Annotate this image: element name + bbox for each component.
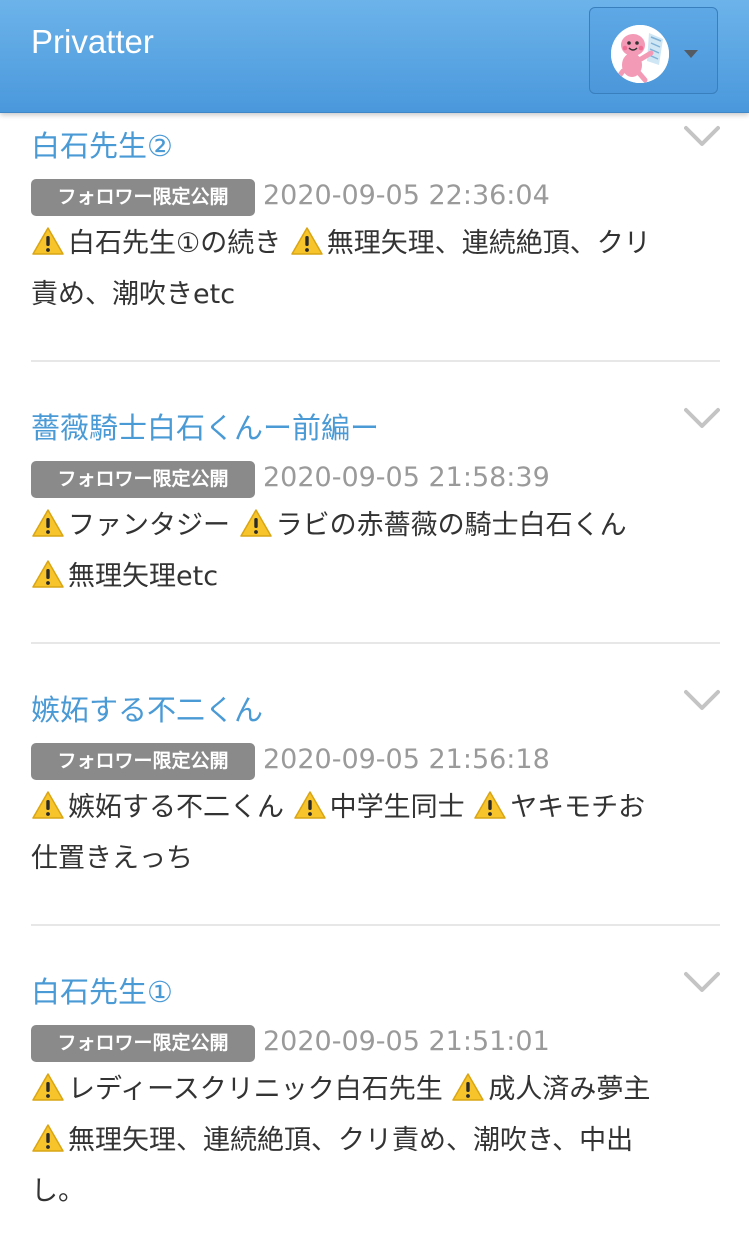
warning-icon: [31, 504, 65, 537]
post-datetime: 2020-09-05 21:58:39: [263, 462, 550, 493]
post-description: 白石先生①の続き 無理矢理、連続絶頂、クリ責め、潮吹きetc: [31, 218, 720, 320]
post-datetime: 2020-09-05 21:51:01: [263, 1026, 550, 1057]
warning-icon: [31, 786, 65, 819]
warning-icon: [451, 1068, 485, 1101]
warning-icon: [31, 1068, 65, 1101]
warning-icon: [239, 504, 273, 537]
visibility-badge: フォロワー限定公開: [31, 743, 255, 780]
post-title-link[interactable]: 薔薇騎士白石くんー前編ー: [31, 408, 379, 448]
post-meta: フォロワー限定公開 2020-09-05 21:51:01: [31, 1025, 720, 1065]
post-title-link[interactable]: 白石先生①: [31, 972, 173, 1012]
visibility-badge: フォロワー限定公開: [31, 461, 255, 498]
navbar: Privatter: [0, 0, 749, 113]
description-text: 無理矢理、連続絶頂、クリ責め、潮吹き、中出: [68, 1125, 634, 1156]
post-description: ファンタジー ラビの赤薔薇の騎士白石くん無理矢理etc: [31, 500, 720, 602]
visibility-badge: フォロワー限定公開: [31, 1025, 255, 1062]
post-description: 嫉妬する不二くん 中学生同士 ヤキモチお仕置きえっち: [31, 782, 720, 884]
description-text: 成人済み夢主: [488, 1074, 651, 1105]
description-text: 無理矢理etc: [68, 561, 219, 592]
warning-icon: [31, 1119, 65, 1152]
description-text: ラビの赤薔薇の騎士白石くん: [275, 510, 627, 541]
description-line: 嫉妬する不二くん 中学生同士 ヤキモチお: [31, 782, 720, 833]
chevron-down-icon[interactable]: [684, 122, 720, 152]
chevron-down-icon[interactable]: [684, 968, 720, 998]
description-text: レディースクリニック白石先生: [68, 1074, 452, 1105]
post-description: レディースクリニック白石先生 成人済み夢主無理矢理、連続絶頂、クリ責め、潮吹き、…: [31, 1064, 720, 1217]
description-text: 嫉妬する不二くん: [68, 792, 293, 823]
warning-icon: [31, 555, 65, 588]
list-divider: [31, 360, 720, 362]
post-meta: フォロワー限定公開 2020-09-05 22:36:04: [31, 179, 720, 219]
description-line: 仕置きえっち: [31, 833, 720, 884]
description-text: ファンタジー: [68, 510, 239, 541]
description-text: し。: [31, 1176, 85, 1207]
description-line: 無理矢理etc: [31, 551, 720, 602]
warning-icon: [290, 222, 324, 255]
post-title-link[interactable]: 嫉妬する不二くん: [31, 690, 263, 730]
user-menu-button[interactable]: [589, 7, 718, 94]
list-divider: [31, 924, 720, 926]
description-text: 無理矢理、連続絶頂、クリ: [326, 228, 651, 259]
brand-logo[interactable]: Privatter: [31, 20, 154, 64]
post-datetime: 2020-09-05 21:56:18: [263, 744, 550, 775]
description-line: レディースクリニック白石先生 成人済み夢主: [31, 1064, 720, 1115]
caret-down-icon: [684, 50, 698, 58]
description-text: 中学生同士: [329, 792, 474, 823]
description-line: 白石先生①の続き 無理矢理、連続絶頂、クリ: [31, 218, 720, 269]
description-text: ヤキモチお: [510, 792, 646, 823]
post-title-link[interactable]: 白石先生②: [31, 126, 173, 166]
description-line: し。: [31, 1166, 720, 1217]
chevron-down-icon[interactable]: [684, 686, 720, 716]
warning-icon: [293, 786, 327, 819]
post-datetime: 2020-09-05 22:36:04: [263, 180, 550, 211]
post-meta: フォロワー限定公開 2020-09-05 21:56:18: [31, 743, 720, 783]
description-line: 責め、潮吹きetc: [31, 269, 720, 320]
list-divider: [31, 642, 720, 644]
post-meta: フォロワー限定公開 2020-09-05 21:58:39: [31, 461, 720, 501]
warning-icon: [473, 786, 507, 819]
visibility-badge: フォロワー限定公開: [31, 179, 255, 216]
description-text: 白石先生①の続き: [68, 228, 290, 259]
description-text: 仕置きえっち: [31, 843, 193, 874]
warning-icon: [31, 222, 65, 255]
pink-character-avatar-icon: [611, 25, 669, 83]
description-line: 無理矢理、連続絶頂、クリ責め、潮吹き、中出: [31, 1115, 720, 1166]
chevron-down-icon[interactable]: [684, 404, 720, 434]
description-text: 責め、潮吹きetc: [31, 279, 236, 310]
description-line: ファンタジー ラビの赤薔薇の騎士白石くん: [31, 500, 720, 551]
